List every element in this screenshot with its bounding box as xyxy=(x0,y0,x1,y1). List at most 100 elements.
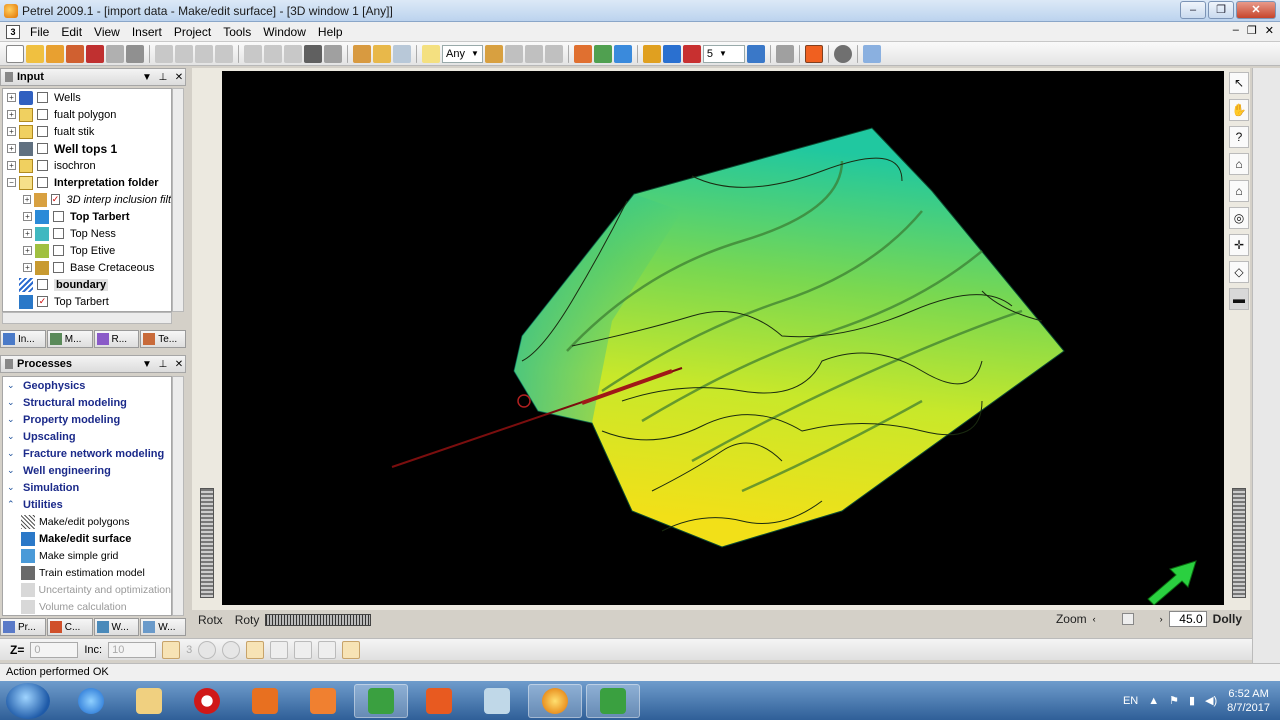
show-hidden-icons-icon[interactable]: ▲ xyxy=(1148,695,1159,707)
stop-icon[interactable] xyxy=(215,44,233,63)
expand-icon[interactable]: + xyxy=(7,161,16,170)
visibility-checkbox[interactable] xyxy=(37,126,48,137)
chevron-right-icon[interactable]: › xyxy=(1160,614,1163,624)
visibility-checkbox[interactable] xyxy=(53,262,64,273)
open-recent-icon[interactable] xyxy=(46,44,64,63)
target-icon[interactable] xyxy=(642,44,661,63)
process-group-fracture[interactable]: ⌄ Fracture network modeling xyxy=(3,445,171,462)
tab-windows[interactable]: W... xyxy=(140,618,186,636)
tree-item-well-tops[interactable]: + Well tops 1 xyxy=(3,140,171,157)
visibility-checkbox[interactable] xyxy=(37,160,48,171)
pin-icon[interactable]: ⊥ xyxy=(157,72,169,83)
visibility-checkbox[interactable] xyxy=(37,143,48,154)
process-group-simulation[interactable]: ⌄ Simulation xyxy=(3,479,171,496)
expand-icon[interactable]: + xyxy=(23,212,32,221)
edit-icon[interactable] xyxy=(504,44,523,63)
tab-models[interactable]: M... xyxy=(46,330,93,348)
visibility-checkbox[interactable] xyxy=(37,177,48,188)
visibility-checkbox[interactable]: ✓ xyxy=(37,296,48,307)
axis-icon[interactable] xyxy=(775,44,794,63)
zoom-slider-thumb[interactable] xyxy=(1121,613,1134,625)
process-make-simple-grid[interactable]: Make simple grid xyxy=(3,547,171,564)
tree-item-fualt-stik[interactable]: + fualt stik xyxy=(3,123,171,140)
menu-view[interactable]: View xyxy=(88,25,126,39)
window-layout-icon[interactable] xyxy=(393,44,411,63)
seek-icon[interactable]: ✛ xyxy=(1229,234,1249,256)
tree-item-base-cretaceous[interactable]: + Base Cretaceous xyxy=(3,259,171,276)
cut-icon[interactable] xyxy=(244,44,262,63)
visibility-checkbox[interactable] xyxy=(37,109,48,120)
zoom-value-input[interactable]: 45.0 xyxy=(1168,611,1207,627)
note-icon[interactable] xyxy=(422,44,440,63)
select-icon[interactable] xyxy=(544,44,563,63)
taskbar-recycle[interactable] xyxy=(470,684,524,718)
z-value-input[interactable]: 0 xyxy=(30,641,79,658)
delete-icon[interactable] xyxy=(304,44,322,63)
help-icon[interactable]: ? xyxy=(1229,126,1249,148)
process-group-geophysics[interactable]: ⌄ Geophysics xyxy=(3,377,171,394)
print-icon[interactable] xyxy=(126,44,144,63)
input-tree-scrollbar[interactable] xyxy=(172,88,184,312)
tree-item-top-tarbert-interp[interactable]: + Top Tarbert xyxy=(3,208,171,225)
paste-icon[interactable] xyxy=(284,44,302,63)
panel-menu-icon[interactable]: ▼ xyxy=(141,72,153,83)
minimize-button[interactable]: – xyxy=(1180,1,1206,19)
lightning-icon[interactable] xyxy=(804,44,823,63)
menu-project[interactable]: Project xyxy=(168,25,217,39)
taskbar-petrel[interactable] xyxy=(528,683,582,718)
tab-input[interactable]: In... xyxy=(0,330,46,348)
colorbar-icon[interactable] xyxy=(746,44,765,63)
count-select[interactable]: 5 ▼ xyxy=(702,44,745,63)
visibility-checkbox[interactable] xyxy=(53,245,64,256)
menu-help[interactable]: Help xyxy=(312,25,349,39)
visibility-checkbox[interactable] xyxy=(37,92,48,103)
inc-value-input[interactable]: 10 xyxy=(108,641,157,658)
snap-icon[interactable] xyxy=(294,640,313,659)
home-icon[interactable]: ⌂ xyxy=(1229,153,1249,175)
collapse-icon[interactable]: − xyxy=(7,178,16,187)
pick-icon[interactable] xyxy=(524,44,543,63)
expand-icon[interactable]: + xyxy=(7,110,16,119)
language-indicator[interactable]: EN xyxy=(1123,695,1138,707)
taskbar-opera[interactable] xyxy=(180,684,234,718)
menu-tools[interactable]: Tools xyxy=(217,25,257,39)
expand-icon[interactable]: + xyxy=(7,93,16,102)
process-group-well-engineering[interactable]: ⌄ Well engineering xyxy=(3,462,171,479)
globe-icon[interactable] xyxy=(682,44,701,63)
view-all-icon[interactable]: ◎ xyxy=(1229,207,1249,229)
pin-icon[interactable]: ⊥ xyxy=(157,359,169,370)
menu-edit[interactable]: Edit xyxy=(55,25,88,39)
network-icon[interactable]: ⚑ xyxy=(1169,694,1179,707)
menu-insert[interactable]: Insert xyxy=(126,25,168,39)
taskbar-camtasia[interactable] xyxy=(354,683,408,718)
battery-icon[interactable]: ▮ xyxy=(1189,694,1195,707)
document-icon[interactable]: 3 xyxy=(6,24,20,39)
select-pointer-icon[interactable]: ↖ xyxy=(1229,72,1249,94)
visibility-checkbox[interactable] xyxy=(37,279,48,290)
taskbar-explorer[interactable] xyxy=(122,684,176,718)
start-button[interactable] xyxy=(6,682,50,719)
visibility-checkbox[interactable]: ✓ xyxy=(50,194,61,205)
zoom-slider[interactable]: ‹ › xyxy=(1093,612,1163,626)
process-group-upscaling[interactable]: ⌄ Upscaling xyxy=(3,428,171,445)
tab-results[interactable]: R... xyxy=(93,330,140,348)
clock[interactable]: 6:52 AM 8/7/2017 xyxy=(1227,687,1270,715)
expand-icon[interactable]: + xyxy=(23,229,32,238)
sphere-icon[interactable] xyxy=(833,44,852,63)
processes-tree-scrollbar[interactable] xyxy=(172,376,184,616)
find-icon[interactable] xyxy=(324,44,342,63)
vertical-exaggeration-slider[interactable] xyxy=(200,488,214,598)
distribute-icon[interactable] xyxy=(270,640,289,659)
scissors-icon[interactable] xyxy=(318,640,337,659)
visibility-checkbox[interactable] xyxy=(53,228,64,239)
process-group-property[interactable]: ⌄ Property modeling xyxy=(3,411,171,428)
window-3d-icon[interactable] xyxy=(353,44,371,63)
save-as-icon[interactable] xyxy=(106,44,124,63)
tree-item-interp-filter[interactable]: + ✓ 3D interp inclusion filt xyxy=(3,191,171,208)
tab-workflows[interactable]: W... xyxy=(93,618,140,636)
process-make-edit-polygons[interactable]: Make/edit polygons xyxy=(3,513,171,530)
undo-icon[interactable] xyxy=(155,44,173,63)
panel-close-icon[interactable]: ✕ xyxy=(173,72,185,83)
tab-cases[interactable]: C... xyxy=(46,618,93,636)
step-back-icon[interactable] xyxy=(198,640,217,659)
